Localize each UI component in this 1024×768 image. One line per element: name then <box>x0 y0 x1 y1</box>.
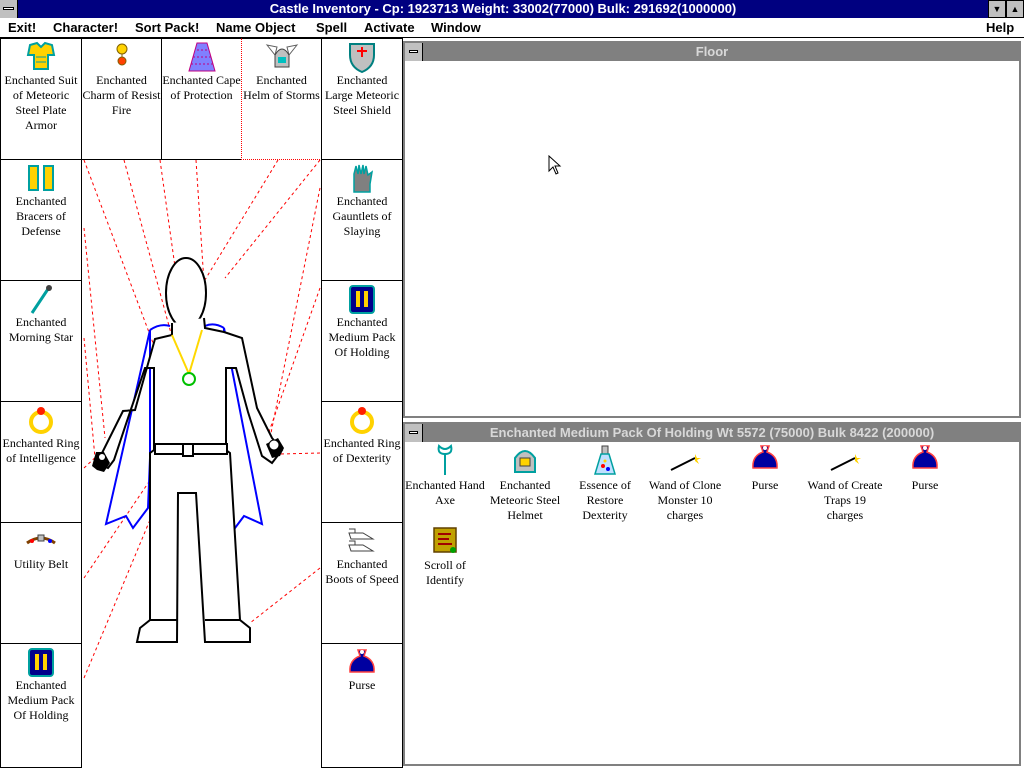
pack-item[interactable]: Wand of Create Traps 19 charges <box>805 444 885 523</box>
pack-item-label: Purse <box>911 478 939 492</box>
menu-window[interactable]: Window <box>431 18 481 37</box>
slot-label: Enchanted Ring of Intelligence <box>2 436 80 465</box>
slot-label: Enchanted Medium Pack Of Holding <box>7 678 75 722</box>
slot-purse[interactable]: Purse <box>321 643 403 768</box>
menu-exit[interactable]: Exit! <box>8 18 36 37</box>
pack-item[interactable]: Enchanted Hand Axe <box>405 444 485 508</box>
winged-helm-icon <box>265 44 298 68</box>
slot-pack-right[interactable]: Enchanted Medium Pack Of Holding <box>321 280 403 402</box>
floor-window-title: Floor <box>405 43 1019 61</box>
slot-label: Utility Belt <box>13 557 69 571</box>
slot-ring-left[interactable]: Enchanted Ring of Intelligence <box>0 401 82 523</box>
ring-icon <box>29 407 53 434</box>
cape-icon <box>187 42 216 72</box>
slot-label: Enchanted Cape of Protection <box>162 73 241 102</box>
pack-window[interactable]: Enchanted Medium Pack Of Holding Wt 5572… <box>403 422 1021 766</box>
gauntlet-icon <box>353 164 374 193</box>
slot-label: Enchanted Helm of Storms <box>243 73 320 102</box>
charm-icon <box>116 43 127 66</box>
pack-item-label: Purse <box>751 478 779 492</box>
bracers-icon <box>28 165 54 191</box>
slot-weapon[interactable]: Enchanted Morning Star <box>0 280 82 402</box>
window-title: Castle Inventory - Cp: 1923713 Weight: 3… <box>269 1 737 16</box>
slot-label: Enchanted Charm of Resist Fire <box>82 73 161 117</box>
mouse-cursor-icon <box>548 155 562 175</box>
floor-window-system-button[interactable] <box>405 43 423 61</box>
boots-icon <box>348 528 375 552</box>
slot-label: Purse <box>348 678 376 692</box>
pack-item[interactable]: Purse <box>725 444 805 493</box>
slot-belt[interactable]: Utility Belt <box>0 522 82 644</box>
pack-window-system-button[interactable] <box>405 424 423 442</box>
slot-label: Enchanted Gauntlets of Slaying <box>332 194 392 238</box>
slot-helm[interactable]: Enchanted Helm of Storms <box>241 38 322 160</box>
belt-icon <box>26 534 56 545</box>
pack-item-label: Enchanted Meteoric Steel Helmet <box>489 478 561 522</box>
wand-icon <box>670 454 701 471</box>
slot-shield[interactable]: Enchanted Large Meteoric Steel Shield <box>321 38 403 160</box>
pack-item[interactable]: Wand of Clone Monster 10 charges <box>645 444 725 523</box>
system-menu-button[interactable] <box>0 0 18 18</box>
potion-icon <box>593 445 617 475</box>
minimize-button[interactable]: ▼ <box>988 0 1006 18</box>
scroll-icon <box>433 527 457 553</box>
wand-icon <box>830 454 861 471</box>
menu-sort-pack[interactable]: Sort Pack! <box>135 18 199 37</box>
equipment-panel: Enchanted Suit of Meteoric Steel Plate A… <box>0 38 403 768</box>
menu-character[interactable]: Character! <box>53 18 118 37</box>
slot-label: Enchanted Large Meteoric Steel Shield <box>324 73 400 117</box>
menu-bar: Exit! Character! Sort Pack! Name Object … <box>0 18 1024 38</box>
ring-icon <box>350 407 374 434</box>
slot-label: Enchanted Ring of Dexterity <box>323 436 401 465</box>
slot-armor[interactable]: Enchanted Suit of Meteoric Steel Plate A… <box>0 38 82 160</box>
pack-item-label: Wand of Create Traps 19 charges <box>807 478 883 522</box>
slot-hands[interactable]: Enchanted Gauntlets of Slaying <box>321 159 403 281</box>
pack-item[interactable]: Essence of Restore Dexterity <box>565 444 645 523</box>
pack-window-title: Enchanted Medium Pack Of Holding Wt 5572… <box>405 424 1019 442</box>
slot-ring-right[interactable]: Enchanted Ring of Dexterity <box>321 401 403 523</box>
slot-cloak[interactable]: Enchanted Cape of Protection <box>161 38 242 160</box>
slot-wrists[interactable]: Enchanted Bracers of Defense <box>0 159 82 281</box>
pack-icon <box>349 285 375 314</box>
plate-armor-icon <box>26 41 56 70</box>
pack-item-label: Scroll of Identify <box>424 558 466 587</box>
morning-star-icon <box>30 285 52 314</box>
pack-item[interactable]: Purse <box>885 444 965 493</box>
slot-feet[interactable]: Enchanted Boots of Speed <box>321 522 403 644</box>
hand-axe-icon <box>437 444 453 475</box>
menu-name-object[interactable]: Name Object <box>216 18 295 37</box>
menu-activate[interactable]: Activate <box>364 18 415 37</box>
purse-icon <box>752 445 778 469</box>
pack-item-label: Wand of Clone Monster 10 charges <box>648 478 722 522</box>
slot-label: Enchanted Bracers of Defense <box>15 194 67 238</box>
pack-icon <box>28 648 54 677</box>
title-bar: Castle Inventory - Cp: 1923713 Weight: 3… <box>0 0 1024 18</box>
slot-label: Enchanted Morning Star <box>8 315 74 344</box>
slot-pack-left[interactable]: Enchanted Medium Pack Of Holding <box>0 643 82 768</box>
purse-icon <box>912 445 938 469</box>
slot-neck[interactable]: Enchanted Charm of Resist Fire <box>81 38 162 160</box>
pack-item[interactable]: Scroll of Identify <box>405 524 485 588</box>
slot-label: Enchanted Boots of Speed <box>325 557 399 586</box>
pack-item-label: Essence of Restore Dexterity <box>579 478 631 522</box>
pack-item[interactable]: Enchanted Meteoric Steel Helmet <box>485 444 565 523</box>
menu-help[interactable]: Help <box>986 18 1014 37</box>
helmet-icon <box>514 450 536 473</box>
slot-label: Enchanted Medium Pack Of Holding <box>328 315 396 359</box>
purse-icon <box>349 649 375 673</box>
maximize-button[interactable]: ▲ <box>1006 0 1024 18</box>
menu-spell[interactable]: Spell <box>316 18 347 37</box>
floor-window[interactable]: Floor <box>403 41 1021 418</box>
pack-item-label: Enchanted Hand Axe <box>405 478 485 507</box>
slot-label: Enchanted Suit of Meteoric Steel Plate A… <box>4 73 78 132</box>
shield-icon <box>349 43 375 73</box>
